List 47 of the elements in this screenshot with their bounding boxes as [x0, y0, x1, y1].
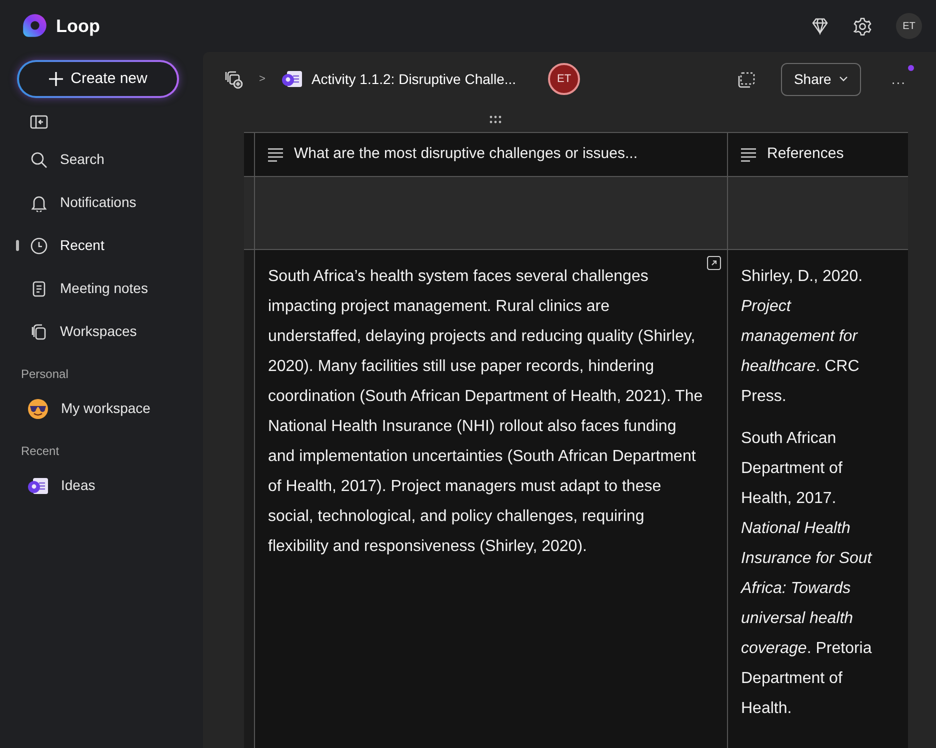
collapse-sidebar-icon[interactable]: [30, 114, 48, 129]
sidebar-item[interactable]: Notifications: [0, 181, 203, 224]
diamond-icon[interactable]: [811, 17, 829, 35]
text-lines-icon: [267, 147, 284, 162]
selection-indicator: [16, 240, 19, 251]
workspace-add-icon[interactable]: [223, 69, 243, 89]
plus-icon: [48, 72, 63, 86]
reference-text: Shirley, D., 2020. Project management for healthcare. CRC Press.: [741, 267, 864, 407]
settings-icon[interactable]: [853, 16, 872, 36]
sidebar-item[interactable]: Workspaces: [0, 310, 203, 353]
sidebar-item[interactable]: Search: [0, 138, 203, 181]
sidebar-item[interactable]: My workspace: [0, 387, 203, 430]
chevron-down-icon: [839, 76, 848, 82]
bell-icon: [30, 194, 48, 212]
reference-text: South African Department of Health, 2017. National Health Insurance for Sout Africa: Towards universal health coverage. Pretoria Department of Health.: [741, 429, 874, 719]
table-cell[interactable]: [728, 250, 908, 748]
table-cell[interactable]: [254, 250, 728, 748]
page-title[interactable]: Activity 1.1.2: Disruptive Challe...: [311, 68, 516, 90]
more-button[interactable]: ...: [885, 68, 912, 90]
app-title: Loop: [56, 14, 100, 38]
search-icon: [30, 150, 48, 168]
loop-logo-icon: [22, 13, 48, 39]
row-handle[interactable]: [244, 177, 254, 250]
drag-handle-icon[interactable]: [489, 114, 502, 124]
expand-icon[interactable]: [707, 256, 721, 270]
notepad-icon: [30, 280, 48, 298]
breadcrumb-separator: >: [259, 72, 266, 87]
answer-text: South Africa’s health system faces several challenges impacting project management. Rural clinics are understaffed, delaying projects and reducing quality (Shirley, 2020). Many facilities still use paper records, hindering coordination (South African Department of Health, 2021). The National Health Insurance (NHI) rollout also faces funding and implementation uncertainties (South African Department of Health, 2017). Project managers must adapt to these social, technological, and policy challenges, requiring flexibility and responsiveness (Shirley, 2020).: [268, 267, 704, 557]
clock-icon: [30, 236, 48, 254]
stacked-pages-icon: [30, 322, 48, 340]
text-lines-icon: [740, 147, 757, 162]
column-header[interactable]: What are the most disruptive challenges or issues...: [254, 132, 728, 177]
sidebar-item[interactable]: Recent: [0, 224, 203, 267]
column-header[interactable]: References: [728, 132, 908, 177]
row-handle-header: [244, 132, 254, 177]
page-icon: [27, 476, 49, 494]
collaborator-avatar[interactable]: ET: [548, 63, 580, 95]
create-new-button[interactable]: Create new: [17, 60, 179, 98]
section-heading: Personal: [20, 366, 70, 383]
smiley-sunglasses-icon: [27, 398, 49, 420]
row-handle[interactable]: [244, 250, 254, 748]
section-heading: Recent: [20, 443, 60, 460]
user-avatar[interactable]: ET: [896, 13, 922, 39]
sidebar-item[interactable]: Meeting notes: [0, 267, 203, 310]
sidebar-item[interactable]: Ideas: [0, 464, 203, 507]
share-button[interactable]: Share: [780, 62, 862, 96]
page-icon: [281, 70, 304, 88]
